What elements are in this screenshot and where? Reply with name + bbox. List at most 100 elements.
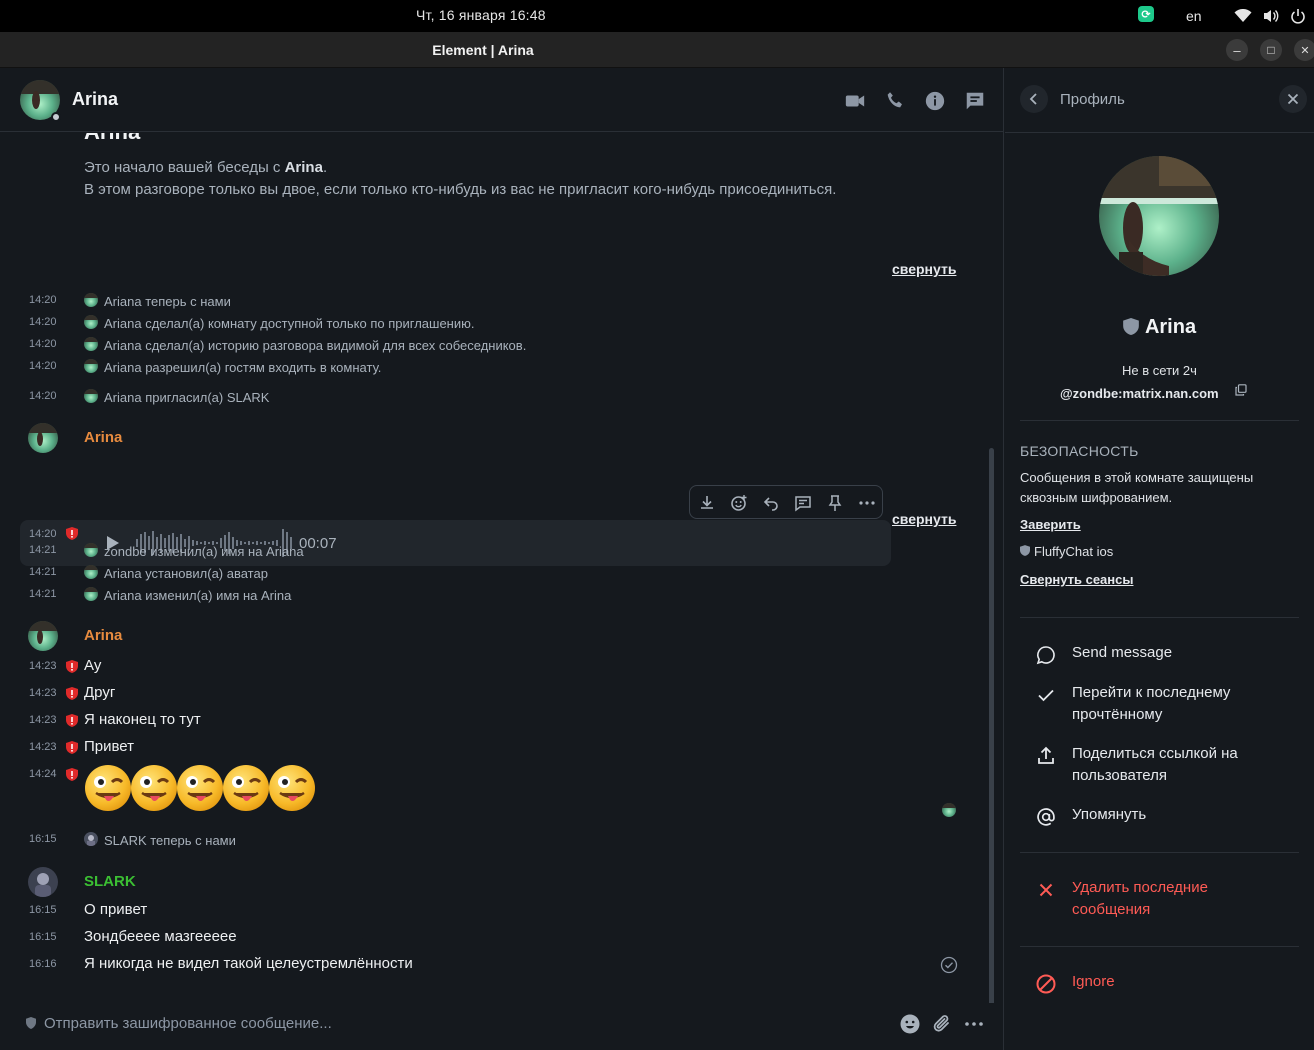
system-clock[interactable]: Чт, 16 января 16:48 (416, 7, 546, 23)
winking-tongue-emoji-icon (269, 765, 315, 811)
winking-tongue-emoji-icon (223, 765, 269, 811)
sent-receipt-icon[interactable] (940, 956, 958, 974)
copy-icon[interactable] (1235, 384, 1247, 396)
profile-mxid[interactable]: @zondbe:matrix.nan.com (1060, 386, 1219, 401)
verify-link[interactable]: Заверить (1020, 517, 1081, 532)
event-avatar[interactable] (84, 587, 98, 601)
collapse-sessions-link[interactable]: Свернуть сеансы (1020, 572, 1133, 587)
message-row[interactable]: 14:23 Друг (0, 681, 990, 705)
collapse-events-link[interactable]: свернуть (892, 511, 956, 527)
more-options-icon[interactable] (858, 494, 876, 512)
read-receipt-avatar[interactable] (942, 803, 956, 817)
room-info-icon[interactable] (924, 90, 946, 112)
device-entry[interactable]: FluffyChat ios (1020, 544, 1113, 559)
sender-name[interactable]: Arina (84, 429, 122, 446)
video-call-icon[interactable] (844, 90, 866, 112)
close-window-button[interactable]: ✕ (1294, 39, 1314, 61)
unverified-shield-icon[interactable] (66, 768, 78, 781)
message-row[interactable]: 14:23 Я наконец то тут (0, 708, 990, 732)
message-row[interactable]: 16:15 О привет (0, 898, 990, 922)
unverified-shield-icon[interactable] (66, 687, 78, 700)
collapse-events-link[interactable]: свернуть (892, 261, 956, 277)
sync-app-icon[interactable]: ⟳ (1138, 6, 1154, 22)
more-options-icon[interactable] (963, 1013, 985, 1035)
share-user-link-button[interactable]: Поделиться ссылкой на пользователя (1035, 743, 1285, 789)
event-timestamp: 14:21 (29, 588, 57, 600)
room-view: Arina Arina Это начало вашей беседы с Ar… (0, 68, 1004, 1050)
timeline[interactable]: Arina Это начало вашей беседы с Arina. В… (0, 133, 1004, 1003)
message-row[interactable]: 16:15 Зондбееее мазгеееее (0, 925, 990, 949)
profile-avatar[interactable] (1099, 156, 1219, 276)
event-text: Ariana разрешил(а) гостям входить в комн… (104, 360, 382, 375)
volume-icon[interactable] (1263, 8, 1279, 24)
state-event: 14:21 zondbe изменил(а) имя на Ariana (0, 540, 990, 562)
send-message-button[interactable]: Send message (1035, 642, 1285, 668)
event-avatar[interactable] (84, 832, 98, 846)
voice-call-icon[interactable] (884, 90, 906, 112)
back-button[interactable] (1020, 85, 1048, 113)
download-icon[interactable] (698, 494, 716, 512)
divider (1020, 946, 1299, 947)
state-event: 14:20 Ariana пригласил(а) SLARK (0, 386, 990, 408)
sender-avatar[interactable] (28, 423, 58, 453)
event-text: Ariana теперь с нами (104, 294, 231, 309)
intro-description: В этом разговоре только вы двое, если то… (84, 181, 837, 198)
event-text: zondbe изменил(а) имя на Ariana (104, 544, 304, 559)
state-event: 14:20 Ariana разрешил(а) гостям входить … (0, 356, 990, 378)
state-event: 14:20 Ariana теперь с нами (0, 290, 990, 312)
attachment-icon[interactable] (931, 1013, 953, 1035)
message-row[interactable]: 14:23 Привет (0, 735, 990, 759)
event-avatar[interactable] (84, 359, 98, 373)
close-icon (1039, 883, 1053, 897)
sender-name[interactable]: Arina (84, 627, 122, 644)
close-panel-button[interactable] (1279, 85, 1307, 113)
profile-presence: Не в сети 2ч (1122, 363, 1197, 378)
remove-recent-messages-button[interactable]: Удалить последние сообщения (1035, 877, 1285, 923)
maximize-button[interactable]: □ (1260, 39, 1282, 61)
reply-icon[interactable] (762, 494, 780, 512)
unverified-shield-icon[interactable] (66, 741, 78, 754)
sender-avatar[interactable] (28, 621, 58, 651)
message-row[interactable]: 16:16 Я никогда не видел такой целеустре… (0, 952, 990, 976)
unverified-shield-icon[interactable] (66, 660, 78, 673)
message-row[interactable]: 14:23 Ау (0, 654, 990, 678)
room-intro: Это начало вашей беседы с Arina. В этом … (84, 157, 836, 201)
event-avatar[interactable] (84, 389, 98, 403)
shield-icon (1123, 318, 1139, 335)
window-title: Element | Arina (432, 42, 534, 58)
unverified-shield-icon[interactable] (66, 527, 78, 540)
state-event: 14:20 Ariana сделал(а) комнату доступной… (0, 312, 990, 334)
wifi-icon[interactable] (1234, 9, 1252, 23)
room-name[interactable]: Arina (72, 89, 118, 110)
sender-avatar[interactable] (28, 867, 58, 897)
event-avatar[interactable] (84, 337, 98, 351)
minimize-button[interactable]: – (1226, 39, 1248, 61)
device-name: FluffyChat ios (1034, 544, 1114, 559)
panel-header-divider (1005, 132, 1314, 133)
sender-name[interactable]: SLARK (84, 873, 136, 890)
keyboard-language[interactable]: en (1186, 8, 1202, 24)
message-timestamp: 14:20 (29, 528, 57, 540)
event-avatar[interactable] (84, 565, 98, 579)
ignore-user-button[interactable]: Ignore (1035, 971, 1285, 997)
mention-button[interactable]: Упомянуть (1035, 804, 1285, 830)
event-avatar[interactable] (84, 315, 98, 329)
thread-reply-icon[interactable] (794, 494, 812, 512)
user-info-panel: Профиль Arina Не в сети 2ч @zondbe:matri… (1005, 68, 1314, 1050)
jump-to-read-button[interactable]: Перейти к последнему прочтённому (1035, 682, 1285, 728)
divider (1020, 420, 1299, 421)
react-icon[interactable] (730, 494, 748, 512)
timeline-scrollbar[interactable] (989, 448, 994, 1003)
event-avatar[interactable] (84, 543, 98, 557)
emoji-picker-icon[interactable] (899, 1013, 921, 1035)
composer-input[interactable]: Отправить зашифрованное сообщение... (44, 1015, 332, 1032)
unverified-shield-icon[interactable] (66, 714, 78, 727)
event-timestamp: 14:20 (29, 294, 57, 306)
power-icon[interactable] (1290, 8, 1306, 24)
pin-icon[interactable] (826, 494, 844, 512)
event-avatar[interactable] (84, 293, 98, 307)
message-timestamp: 14:23 (29, 687, 57, 699)
threads-icon[interactable] (964, 90, 986, 112)
block-icon (1036, 974, 1056, 994)
ignore-label: Ignore (1072, 973, 1115, 990)
